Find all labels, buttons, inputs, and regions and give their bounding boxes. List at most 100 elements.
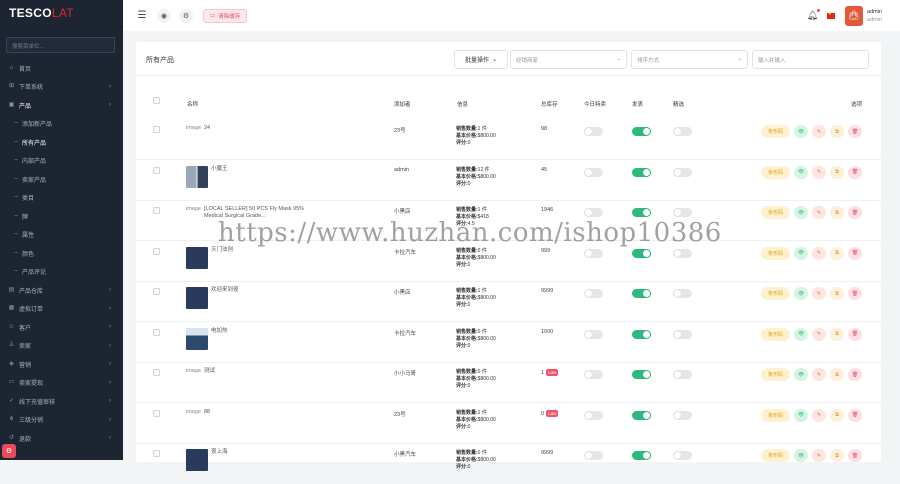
copy-button[interactable]: ⧉ bbox=[830, 125, 844, 138]
edit-button[interactable]: ✎ bbox=[812, 246, 826, 260]
product-cell[interactable]: image 24 bbox=[186, 125, 210, 132]
product-cell[interactable]: 夜上海 bbox=[186, 449, 228, 471]
edit-button[interactable]: ✎ bbox=[812, 165, 826, 179]
delete-button[interactable]: 🗑︎ bbox=[848, 125, 862, 138]
featured-toggle[interactable] bbox=[673, 248, 692, 258]
row-checkbox[interactable] bbox=[153, 247, 160, 255]
sidebar-item[interactable]: – 类目 bbox=[0, 189, 123, 208]
featured-toggle[interactable] bbox=[673, 410, 692, 420]
print-barcode-button[interactable]: 条形码 bbox=[761, 165, 790, 179]
product-cell[interactable]: 灭门法则 bbox=[186, 246, 233, 269]
today-deal-toggle[interactable] bbox=[584, 370, 603, 379]
sidebar-item[interactable]: ◈ 营销 › bbox=[0, 355, 123, 374]
sidebar-item[interactable]: ▦ 虚拟订单 › bbox=[0, 300, 123, 319]
edit-button[interactable]: ✎ bbox=[812, 125, 826, 138]
sidebar-item[interactable]: ▣ 产品 › bbox=[0, 96, 123, 115]
copy-button[interactable]: ⧉ bbox=[830, 449, 844, 462]
delete-button[interactable]: 🗑︎ bbox=[848, 327, 862, 341]
view-button[interactable]: 👁︎ bbox=[794, 287, 808, 300]
sidebar-item[interactable]: – 牌 bbox=[0, 207, 123, 226]
sidebar-item[interactable]: ▭ 卖家提现 › bbox=[0, 374, 123, 393]
row-checkbox[interactable] bbox=[153, 207, 160, 214]
clear-cache-button[interactable]: ▭ 清除缓存 bbox=[203, 8, 248, 23]
product-cell[interactable]: 小魔王 bbox=[186, 165, 228, 188]
published-toggle[interactable] bbox=[632, 451, 651, 460]
sidebar-item[interactable]: ⋔ 三级分销 › bbox=[0, 411, 123, 430]
copy-button[interactable]: ⧉ bbox=[830, 327, 844, 341]
featured-toggle[interactable] bbox=[673, 208, 692, 217]
sidebar-item[interactable]: – 添加新产品 bbox=[0, 115, 123, 134]
copy-button[interactable]: ⧉ bbox=[830, 165, 844, 179]
row-checkbox[interactable] bbox=[153, 166, 160, 174]
user-menu[interactable]: admin admin bbox=[867, 8, 882, 24]
gear-icon[interactable]: ⚙ bbox=[179, 8, 193, 23]
sidebar-item[interactable]: – 所有产品 bbox=[0, 133, 123, 152]
featured-toggle[interactable] bbox=[673, 370, 692, 379]
product-cell[interactable]: image 88 bbox=[186, 409, 210, 416]
published-toggle[interactable] bbox=[632, 329, 651, 339]
published-toggle[interactable] bbox=[632, 289, 651, 298]
print-barcode-button[interactable]: 条形码 bbox=[761, 327, 790, 341]
product-search-input[interactable]: 输入并输入 bbox=[752, 50, 869, 69]
edit-button[interactable]: ✎ bbox=[812, 327, 826, 341]
sidebar-item[interactable]: ↺ 退款 › bbox=[0, 429, 123, 448]
today-deal-toggle[interactable] bbox=[584, 248, 603, 258]
avatar[interactable]: 👜︎ bbox=[845, 5, 864, 26]
seller-filter-select[interactable]: 经销商家 ⌄ bbox=[510, 50, 627, 69]
delete-button[interactable]: 🗑︎ bbox=[848, 246, 862, 260]
published-toggle[interactable] bbox=[632, 410, 651, 420]
row-checkbox[interactable] bbox=[153, 328, 160, 336]
edit-button[interactable]: ✎ bbox=[812, 368, 826, 381]
bulk-action-dropdown[interactable]: 批量操作 ⌄ bbox=[454, 50, 508, 69]
product-cell[interactable]: image 测试 bbox=[186, 368, 215, 375]
row-checkbox[interactable] bbox=[153, 126, 160, 133]
published-toggle[interactable] bbox=[632, 167, 651, 177]
view-button[interactable]: 👁︎ bbox=[794, 368, 808, 381]
edit-button[interactable]: ✎ bbox=[812, 449, 826, 462]
published-toggle[interactable] bbox=[632, 370, 651, 379]
view-button[interactable]: 👁︎ bbox=[794, 125, 808, 138]
delete-button[interactable]: 🗑︎ bbox=[848, 408, 862, 422]
sidebar-item[interactable]: – 卖家产品 bbox=[0, 170, 123, 189]
row-checkbox[interactable] bbox=[153, 369, 160, 376]
product-cell[interactable]: 欢迎来到夜 bbox=[186, 287, 239, 309]
copy-button[interactable]: ⧉ bbox=[830, 206, 844, 219]
today-deal-toggle[interactable] bbox=[584, 410, 603, 420]
print-barcode-button[interactable]: 条形码 bbox=[761, 449, 790, 462]
print-barcode-button[interactable]: 条形码 bbox=[761, 246, 790, 260]
today-deal-toggle[interactable] bbox=[584, 127, 603, 136]
published-toggle[interactable] bbox=[632, 127, 651, 136]
sidebar-item[interactable]: ▤ 产品仓库 › bbox=[0, 281, 123, 300]
print-barcode-button[interactable]: 条形码 bbox=[761, 408, 790, 422]
menu-toggle-icon[interactable]: ☰ bbox=[135, 9, 149, 23]
sidebar-item[interactable]: – 属性 bbox=[0, 226, 123, 245]
sort-select[interactable]: 排序方式 ⌄ bbox=[631, 50, 748, 69]
row-checkbox[interactable] bbox=[153, 288, 160, 295]
sidebar-item[interactable]: – 内部产品 bbox=[0, 152, 123, 171]
sidebar-item[interactable]: ♙ 卖家 › bbox=[0, 337, 123, 356]
view-button[interactable]: 👁︎ bbox=[794, 206, 808, 219]
featured-toggle[interactable] bbox=[673, 329, 692, 339]
copy-button[interactable]: ⧉ bbox=[830, 408, 844, 422]
globe-icon[interactable]: ◉ bbox=[157, 8, 171, 23]
settings-shortcut-icon[interactable]: ⚙ bbox=[2, 444, 16, 458]
today-deal-toggle[interactable] bbox=[584, 208, 603, 217]
featured-toggle[interactable] bbox=[673, 167, 692, 177]
view-button[interactable]: 👁︎ bbox=[794, 449, 808, 462]
view-button[interactable]: 👁︎ bbox=[794, 246, 808, 260]
sidebar-item[interactable]: ✓ 线下充值审核 › bbox=[0, 392, 123, 411]
product-cell[interactable]: image [LOCAL SELLER] 50 PCS Fly Mask 95% … bbox=[186, 206, 322, 220]
product-cell[interactable]: 电加热 bbox=[186, 327, 228, 350]
published-toggle[interactable] bbox=[632, 208, 651, 217]
sidebar-item[interactable]: ⌂ 首页 bbox=[0, 59, 123, 78]
edit-button[interactable]: ✎ bbox=[812, 408, 826, 422]
today-deal-toggle[interactable] bbox=[584, 167, 603, 177]
print-barcode-button[interactable]: 条形码 bbox=[761, 206, 790, 219]
featured-toggle[interactable] bbox=[673, 289, 692, 298]
today-deal-toggle[interactable] bbox=[584, 451, 603, 460]
sidebar-item[interactable]: – 产品评论 bbox=[0, 263, 123, 282]
row-checkbox[interactable] bbox=[153, 409, 160, 417]
delete-button[interactable]: 🗑︎ bbox=[848, 449, 862, 462]
edit-button[interactable]: ✎ bbox=[812, 206, 826, 219]
language-flag-icon[interactable] bbox=[827, 11, 836, 19]
